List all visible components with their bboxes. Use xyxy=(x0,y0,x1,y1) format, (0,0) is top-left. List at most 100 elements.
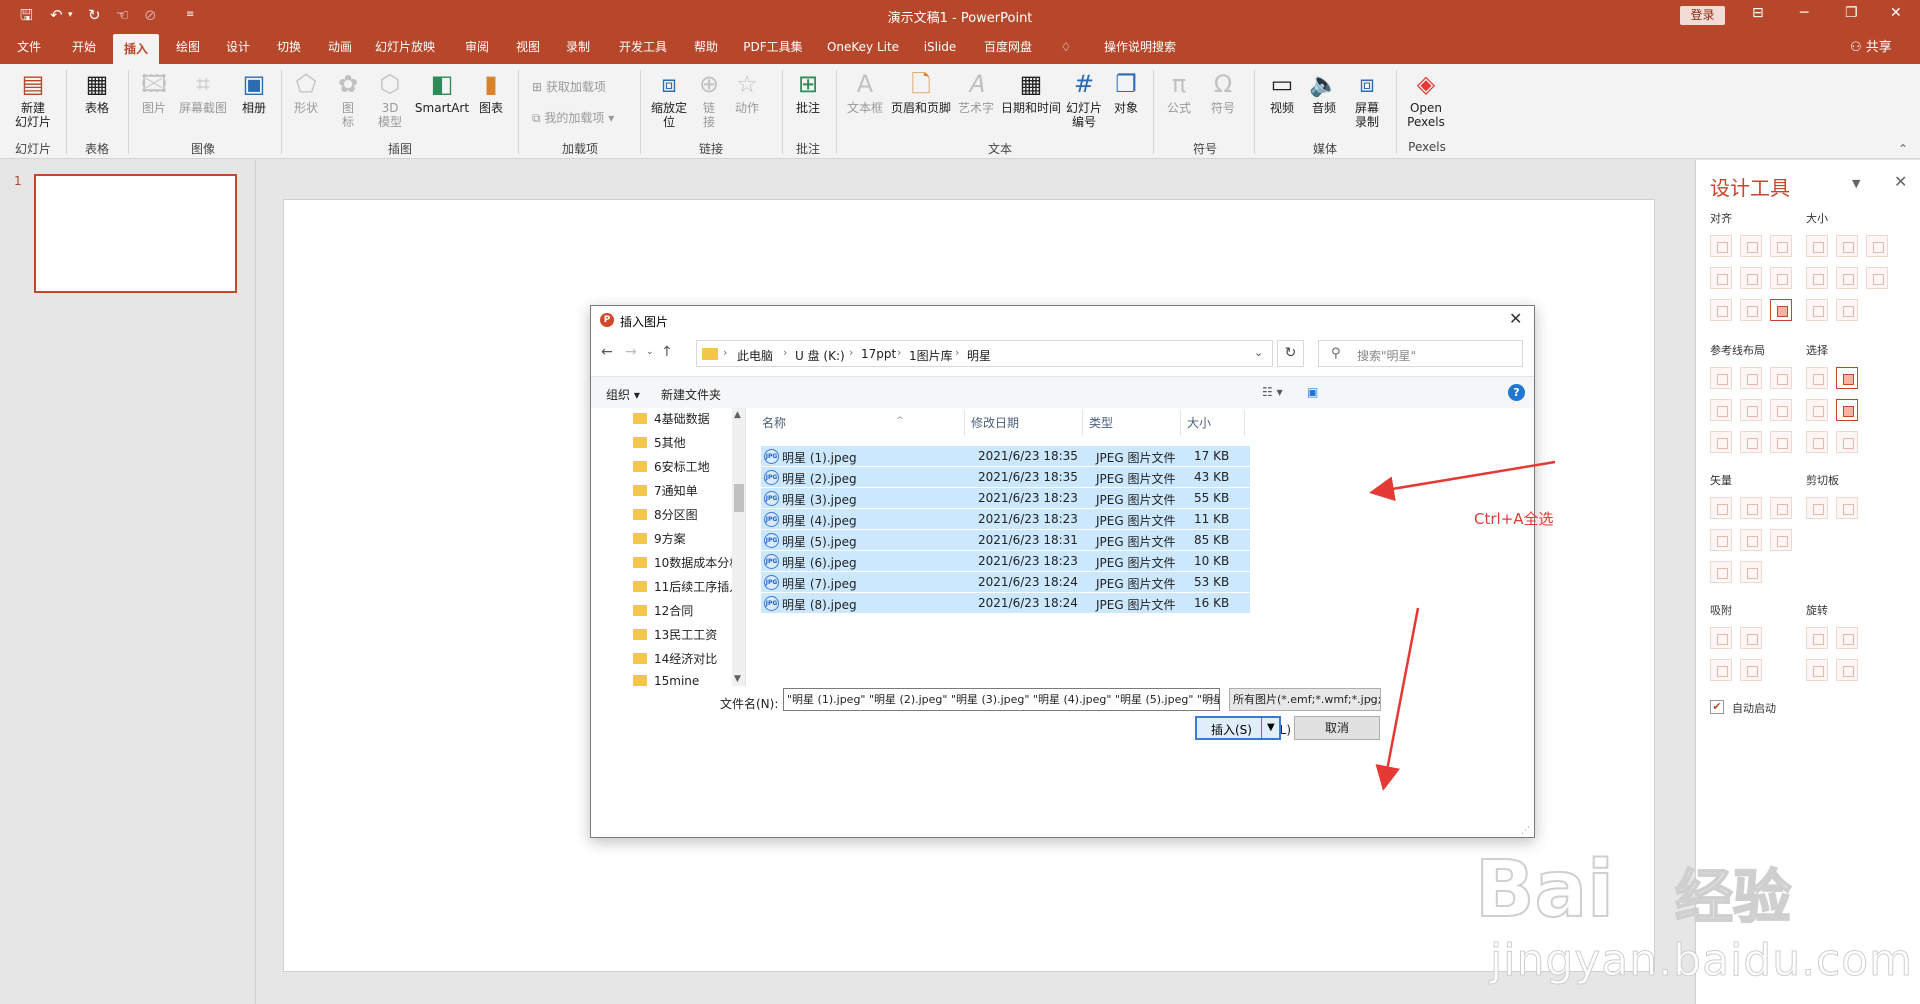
my-addins-button[interactable]: ⧉ 我的加载项 ▾ xyxy=(532,109,614,126)
design-tool-icon[interactable] xyxy=(1806,399,1828,421)
design-tool-icon[interactable] xyxy=(1770,367,1792,389)
auto-start-checkbox[interactable]: ✔ xyxy=(1710,700,1724,714)
tab-review[interactable]: 审阅 xyxy=(457,31,497,64)
new-slide-button[interactable]: ▤ 新建 幻灯片 xyxy=(8,70,58,129)
design-tool-icon[interactable] xyxy=(1740,659,1762,681)
slide-thumbnail[interactable] xyxy=(34,174,237,293)
scroll-down-icon[interactable]: ▼ xyxy=(734,674,741,684)
screenshot-button[interactable]: ⌗ 屏幕截图 xyxy=(176,70,230,115)
design-tool-icon[interactable] xyxy=(1710,627,1732,649)
design-tool-icon[interactable] xyxy=(1740,267,1762,289)
table-button[interactable]: ▦ 表格 xyxy=(74,70,120,115)
design-tool-icon[interactable] xyxy=(1710,367,1732,389)
filename-input[interactable]: "明星 (1).jpeg" "明星 (2).jpeg" "明星 (3).jpeg… xyxy=(783,688,1220,711)
design-tool-icon[interactable] xyxy=(1866,267,1888,289)
design-tool-icon[interactable] xyxy=(1770,399,1792,421)
column-modified[interactable]: 修改日期 xyxy=(965,410,1083,436)
tab-onekey-lite[interactable]: OneKey Lite xyxy=(823,31,903,64)
design-tool-icon[interactable] xyxy=(1806,497,1828,519)
design-tool-icon[interactable] xyxy=(1770,529,1792,551)
tab-home[interactable]: 开始 xyxy=(64,31,104,64)
design-tool-icon[interactable] xyxy=(1710,299,1732,321)
folder-tree-item[interactable]: 8分区图 xyxy=(633,506,737,527)
folder-tree-item[interactable]: 15mine xyxy=(633,674,737,686)
wordart-button[interactable]: 𝐴 艺术字 xyxy=(956,70,996,115)
3d-model-button[interactable]: ⬡ 3D 模型 xyxy=(372,70,408,129)
link-button[interactable]: ⊕ 链 接 xyxy=(692,70,726,129)
design-tool-icon[interactable] xyxy=(1806,235,1828,257)
insert-dropdown-icon[interactable]: ▼ xyxy=(1267,722,1275,733)
file-row[interactable]: JPG 明星 (1).jpeg 2021/6/23 18:35 JPEG 图片文件 17… xyxy=(761,446,1250,466)
design-tool-icon[interactable] xyxy=(1710,235,1732,257)
screen-record-button[interactable]: ⧈ 屏幕 录制 xyxy=(1348,70,1386,129)
album-button[interactable]: ▣ 相册 xyxy=(234,70,274,115)
breadcrumb-separator-icon[interactable]: › xyxy=(897,346,901,359)
design-tool-icon[interactable] xyxy=(1740,367,1762,389)
file-row[interactable]: JPG 明星 (2).jpeg 2021/6/23 18:35 JPEG 图片文件 43… xyxy=(761,467,1250,487)
design-tool-icon[interactable] xyxy=(1836,659,1858,681)
tab-islide[interactable]: iSlide xyxy=(917,31,963,64)
tab-animations[interactable]: 动画 xyxy=(320,31,360,64)
design-tool-icon[interactable] xyxy=(1740,399,1762,421)
design-tool-icon[interactable] xyxy=(1710,659,1732,681)
folder-tree-item[interactable]: 10数据成本分析 xyxy=(633,554,737,575)
recent-locations-icon[interactable]: ⌄ xyxy=(646,347,654,357)
design-tool-icon[interactable] xyxy=(1770,267,1792,289)
folder-tree-item[interactable]: 9方案 xyxy=(633,530,737,551)
design-tool-icon[interactable] xyxy=(1836,267,1858,289)
cancel-button[interactable]: 取消 xyxy=(1294,716,1380,740)
folder-tree-item[interactable]: 11后续工序插入 xyxy=(633,578,737,599)
design-tool-icon[interactable] xyxy=(1806,299,1828,321)
tab-view[interactable]: 视图 xyxy=(508,31,548,64)
folder-tree-item[interactable]: 14经济对比 xyxy=(633,650,737,671)
breadcrumb-this-pc[interactable]: 此电脑 xyxy=(737,347,773,364)
tab-baidu-netdisk[interactable]: 百度网盘 xyxy=(977,31,1039,64)
design-tool-icon[interactable] xyxy=(1740,529,1762,551)
design-tool-icon[interactable] xyxy=(1866,235,1888,257)
design-tool-icon[interactable] xyxy=(1710,267,1732,289)
ribbon-display-icon[interactable]: ⊟ xyxy=(1752,5,1764,21)
design-tool-icon[interactable] xyxy=(1740,497,1762,519)
tab-pdf-tools[interactable]: PDF工具集 xyxy=(737,31,809,64)
icons-button[interactable]: ✿ 图 标 xyxy=(332,70,364,129)
breadcrumb-separator-icon[interactable]: › xyxy=(783,346,787,359)
design-tool-icon[interactable] xyxy=(1770,299,1792,321)
folder-tree-item[interactable]: 6安标工地 xyxy=(633,458,737,479)
scroll-up-icon[interactable]: ▲ xyxy=(734,410,741,420)
up-icon[interactable]: ↑ xyxy=(661,344,673,360)
search-input[interactable]: ⚲ 搜索"明星" xyxy=(1318,340,1523,367)
folder-tree-item[interactable]: 7通知单 xyxy=(633,482,737,503)
design-tool-icon[interactable] xyxy=(1806,367,1828,389)
design-tool-icon[interactable] xyxy=(1836,497,1858,519)
filetype-select[interactable]: 所有图片(*.emf;*.wmf;*.jpg;*.jpeg xyxy=(1229,688,1381,711)
close-window-icon[interactable]: ✕ xyxy=(1890,5,1902,21)
column-size[interactable]: 大小 xyxy=(1181,410,1245,436)
tab-transitions[interactable]: 切换 xyxy=(269,31,309,64)
design-tool-icon[interactable] xyxy=(1836,235,1858,257)
object-button[interactable]: ❐ 对象 xyxy=(1108,70,1144,115)
design-tool-icon[interactable] xyxy=(1740,431,1762,453)
forward-icon[interactable]: → xyxy=(625,344,637,360)
datetime-button[interactable]: ▦ 日期和时间 xyxy=(1000,70,1062,115)
column-type[interactable]: 类型 xyxy=(1083,410,1181,436)
tab-insert[interactable]: 插入 xyxy=(113,34,159,64)
organize-button[interactable]: 组织 ▾ xyxy=(606,386,640,403)
equation-button[interactable]: π 公式 xyxy=(1162,70,1196,115)
design-tool-icon[interactable] xyxy=(1710,529,1732,551)
design-tool-icon[interactable] xyxy=(1836,627,1858,649)
symbol-button[interactable]: Ω 符号 xyxy=(1206,70,1240,115)
dialog-close-icon[interactable]: ✕ xyxy=(1509,309,1522,328)
smartart-button[interactable]: ◧ SmartArt xyxy=(414,70,470,115)
tab-record[interactable]: 录制 xyxy=(558,31,598,64)
design-tool-icon[interactable] xyxy=(1770,431,1792,453)
tab-slideshow[interactable]: 幻灯片放映 xyxy=(371,31,439,64)
back-icon[interactable]: ← xyxy=(601,344,613,360)
tell-me-search[interactable]: 操作说明搜索 xyxy=(1082,31,1198,64)
file-row[interactable]: JPG 明星 (8).jpeg 2021/6/23 18:24 JPEG 图片文件 16… xyxy=(761,593,1250,613)
pane-options-icon[interactable]: ▼ xyxy=(1852,177,1860,190)
tab-file[interactable]: 文件 xyxy=(10,31,48,64)
design-tool-icon[interactable] xyxy=(1770,235,1792,257)
folder-tree-item[interactable]: 5其他 xyxy=(633,434,737,455)
picture-button[interactable]: 🖾 图片 xyxy=(136,70,172,115)
restore-icon[interactable]: ❐ xyxy=(1845,5,1858,21)
